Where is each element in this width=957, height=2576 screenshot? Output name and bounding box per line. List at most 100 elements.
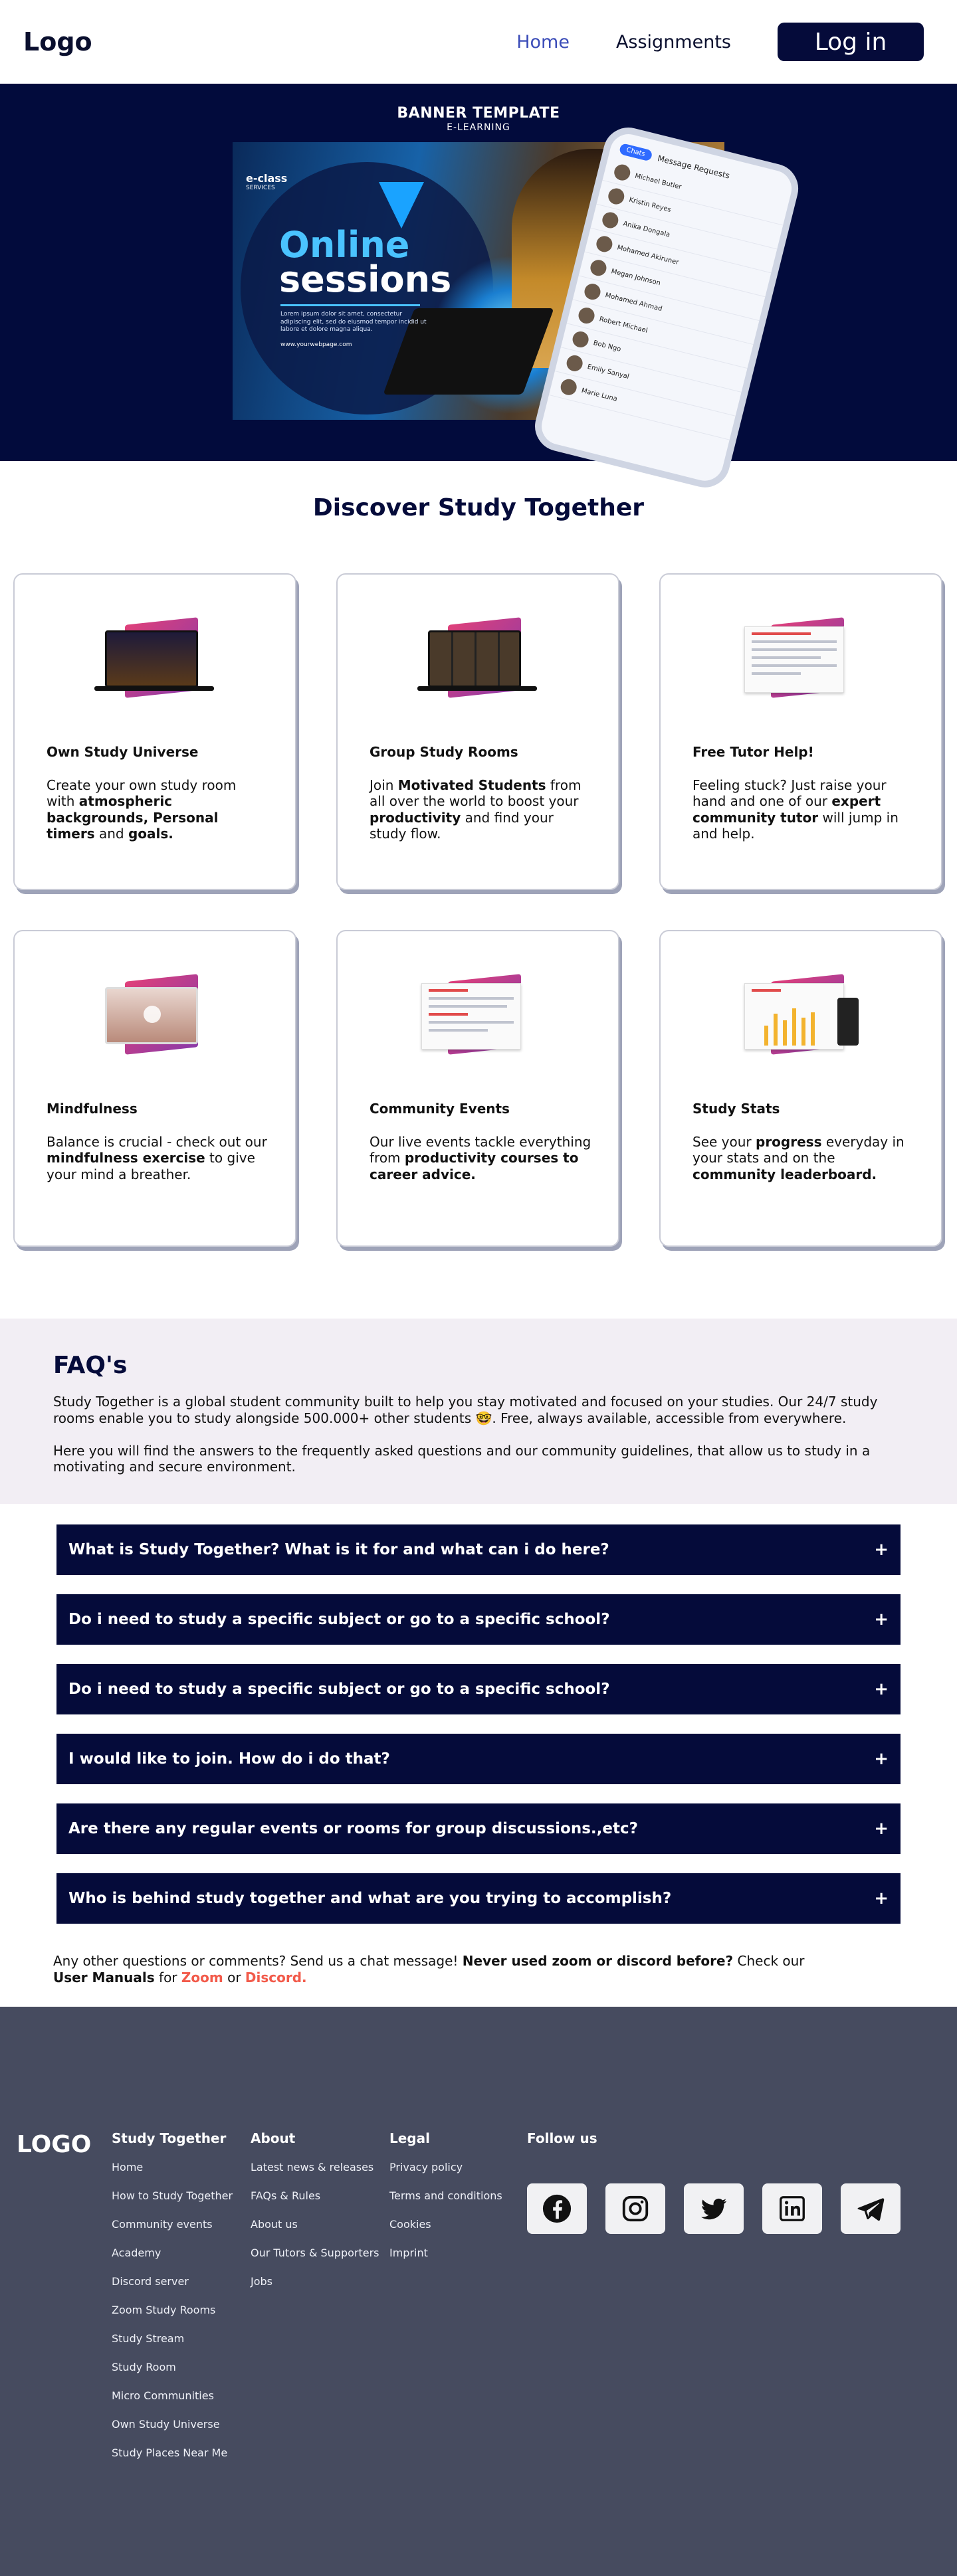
faq-item[interactable]: I would like to join. How do i do that? + (56, 1734, 901, 1784)
plus-icon[interactable]: + (874, 1749, 889, 1769)
footer-link[interactable]: How to Study Together (112, 2189, 233, 2218)
note-bold-text: Never used zoom or discord before? (462, 1953, 734, 1969)
faq-question: Do i need to study a specific subject or… (68, 1611, 610, 1628)
footer-links: Latest news & releases FAQs & Rules About … (251, 2161, 379, 2304)
footer-link[interactable]: Discord server (112, 2275, 233, 2304)
twitter-icon[interactable] (684, 2183, 744, 2234)
card-body-bold: Motivated Students (397, 777, 546, 793)
footer-link[interactable]: Micro Communities (112, 2389, 233, 2418)
logo[interactable]: Logo (23, 27, 92, 56)
phone-contact-name: Kristin Reyes (628, 196, 672, 214)
card-body-bold: mindfulness exercise (47, 1150, 205, 1166)
card-body-bold: progress (756, 1134, 822, 1150)
faq-intro: FAQ's Study Together is a global student… (0, 1319, 957, 1504)
faq-item[interactable]: Do i need to study a specific subject or… (56, 1594, 901, 1645)
facebook-icon[interactable] (527, 2183, 587, 2234)
footer-link[interactable]: Jobs (251, 2275, 379, 2304)
footer-link[interactable]: Community events (112, 2218, 233, 2247)
feature-card-own-study-universe[interactable]: Own Study Universe Create your own study… (13, 573, 296, 890)
footer-link[interactable]: Academy (112, 2247, 233, 2275)
faq-item[interactable]: Do i need to study a specific subject or… (56, 1664, 901, 1714)
footer-link[interactable]: FAQs & Rules (251, 2189, 379, 2218)
faq-item[interactable]: What is Study Together? What is it for a… (56, 1524, 901, 1575)
footer-column-legal: Legal Privacy policy Terms and conditions… (389, 2130, 502, 2275)
footer-link[interactable]: Own Study Universe (112, 2418, 233, 2446)
follow-us-title: Follow us (527, 2130, 597, 2146)
plus-icon[interactable]: + (874, 1679, 889, 1699)
chart-bar (792, 1008, 796, 1046)
phone-contact-name: Megan Johnson (610, 267, 662, 287)
note-text: Any other questions or comments? Send us… (53, 1953, 463, 1969)
site-header: Logo Home Assignments Log in (0, 0, 957, 84)
plus-icon[interactable]: + (874, 1819, 889, 1839)
card-body: Balance is crucial - check out our mindf… (47, 1134, 268, 1182)
nav-assignments-link[interactable]: Assignments (616, 32, 731, 52)
faq-accordion: What is Study Together? What is it for a… (0, 1504, 957, 1924)
note-text: Check our (733, 1953, 805, 1969)
faq-item[interactable]: Are there any regular events or rooms fo… (56, 1803, 901, 1854)
card-body-bold: productivity (370, 809, 461, 826)
feature-card-mindfulness[interactable]: Mindfulness Balance is crucial - check o… (13, 930, 296, 1247)
feature-card-group-study-rooms[interactable]: Group Study Rooms Join Motivated Student… (336, 573, 619, 890)
avatar (612, 163, 632, 183)
card-heading: Own Study Universe (47, 744, 199, 760)
footer-link[interactable]: Cookies (389, 2218, 502, 2247)
feature-card-study-stats[interactable]: Study Stats See your progress everyday i… (659, 930, 942, 1247)
feature-card-free-tutor-help[interactable]: Free Tutor Help! Feeling stuck? Just rai… (659, 573, 942, 890)
linkedin-icon[interactable] (762, 2183, 822, 2234)
footer-link[interactable]: Study Room (112, 2361, 233, 2389)
nav-home-link[interactable]: Home (516, 32, 570, 52)
phone-contact-name: Robert Michael (598, 315, 649, 335)
illus-document (421, 983, 521, 1050)
card-heading: Mindfulness (47, 1101, 138, 1117)
avatar (582, 282, 603, 302)
faq-item[interactable]: Who is behind study together and what ar… (56, 1873, 901, 1924)
phone-shape (837, 998, 859, 1046)
card-body-text: Balance is crucial - check out our (47, 1134, 267, 1150)
footer-column-follow: Follow us (527, 2130, 597, 2161)
art-body-text: Lorem ipsum dolor sit amet, consectetur … (280, 311, 427, 333)
plus-icon[interactable]: + (874, 1888, 889, 1908)
login-button[interactable]: Log in (778, 23, 924, 61)
avatar (594, 234, 614, 254)
footer-link[interactable]: Home (112, 2161, 233, 2189)
footer-link[interactable]: Zoom Study Rooms (112, 2304, 233, 2332)
footer-link[interactable]: About us (251, 2218, 379, 2247)
telegram-icon[interactable] (841, 2183, 901, 2234)
card-body: Feeling stuck? Just raise your hand and … (692, 777, 914, 842)
eclass-brand-sub: SERVICES (246, 185, 275, 191)
art-headline-online: Online (279, 224, 410, 266)
plus-icon[interactable]: + (874, 1540, 889, 1560)
footer-column-title: Legal (389, 2130, 430, 2146)
feature-card-community-events[interactable]: Community Events Our live events tackle … (336, 930, 619, 1247)
banner-title: BANNER TEMPLATE (397, 105, 560, 122)
card-body-text: See your (692, 1134, 756, 1150)
footer-link[interactable]: Study Places Near Me (112, 2446, 233, 2475)
user-manuals-link[interactable]: User Manuals (53, 1970, 155, 1985)
illus-laptop-base (417, 686, 537, 691)
card-body-text: and (94, 826, 128, 842)
footer-link[interactable]: Study Stream (112, 2332, 233, 2361)
instagram-icon[interactable] (605, 2183, 665, 2234)
avatar (559, 377, 579, 397)
tutor-document-illustration (744, 614, 857, 701)
footer-link[interactable]: Imprint (389, 2247, 502, 2275)
zoom-link[interactable]: Zoom (181, 1970, 223, 1985)
main-nav: Home Assignments Log in (516, 23, 934, 61)
chart-bar (774, 1014, 778, 1046)
social-links (527, 2183, 919, 2234)
footer-link[interactable]: Our Tutors & Supporters (251, 2247, 379, 2275)
phone-tab-chats: Chats (618, 143, 653, 162)
illus-laptop-base (94, 686, 214, 691)
footer-link[interactable]: Latest news & releases (251, 2161, 379, 2189)
stats-chart-illustration (744, 971, 859, 1058)
faq-question: Do i need to study a specific subject or… (68, 1681, 610, 1698)
footer-link[interactable]: Terms and conditions (389, 2189, 502, 2218)
discord-link[interactable]: Discord. (245, 1970, 307, 1985)
card-body-text: Join (370, 777, 398, 793)
footer-link[interactable]: Privacy policy (389, 2161, 502, 2189)
art-divider (280, 304, 420, 306)
footer-logo[interactable]: LOGO (17, 2131, 91, 2158)
phone-contact-name: Michael Butler (634, 172, 683, 191)
plus-icon[interactable]: + (874, 1610, 889, 1629)
